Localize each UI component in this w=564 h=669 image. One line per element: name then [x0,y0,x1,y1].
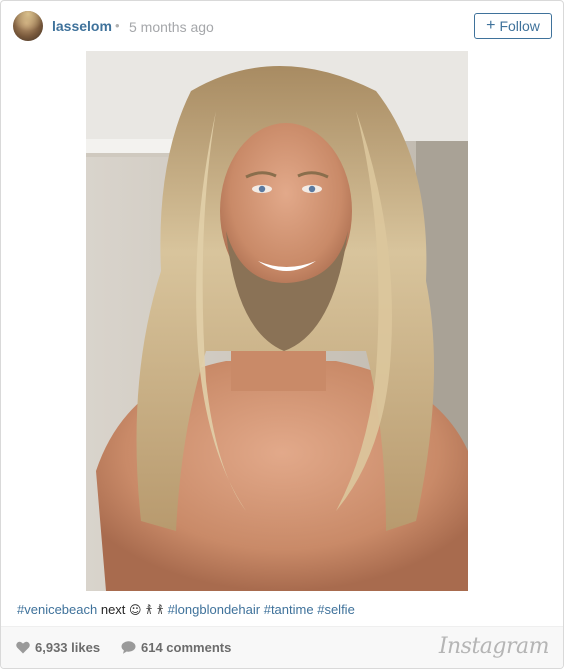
instagram-logo[interactable]: Instagram [439,634,550,659]
hashtag-longblondehair[interactable]: #longblondehair [168,602,261,617]
separator-dot: • [115,18,120,33]
comments-label: 614 comments [141,640,232,655]
post-photo[interactable] [86,51,468,591]
post-header: lasselom • 5 months ago + Follow [1,1,563,51]
likes-label: 6,933 likes [35,640,101,655]
likes-count[interactable]: 6,933 likes [16,640,100,655]
plus-icon: + [486,17,496,34]
avatar[interactable] [13,11,43,41]
instagram-embed-card: lasselom • 5 months ago + Follow #venice… [0,0,564,669]
comments-count[interactable]: 614 comments [121,640,231,655]
hashtag-selfie[interactable]: #selfie [317,602,355,617]
comment-bubble-icon [121,641,136,654]
username-link[interactable]: lasselom [52,18,112,34]
follow-label: Follow [499,18,540,34]
heart-icon [16,641,30,654]
hashtag-tantime[interactable]: #tantime [264,602,314,617]
post-caption: #venicebeach next ☺ 𐀪 𐀪 #longblondehair … [17,601,355,618]
hashtag-venicebeach[interactable]: #venicebeach [17,602,97,617]
caption-emoji: ☺ 𐀪 𐀪 [129,603,168,617]
post-footer: 6,933 likes 614 comments Instagram [1,626,563,668]
caption-text: next [97,602,130,617]
follow-button[interactable]: + Follow [474,13,552,39]
post-timestamp[interactable]: 5 months ago [129,19,214,35]
